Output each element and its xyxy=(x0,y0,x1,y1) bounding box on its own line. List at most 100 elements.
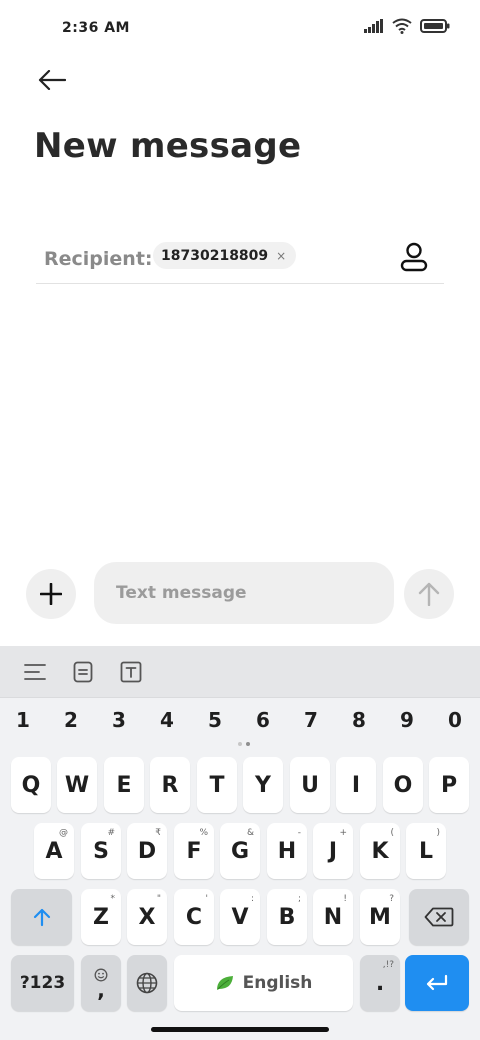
key-l[interactable]: ) L xyxy=(406,823,446,879)
period-key[interactable]: ,!? . xyxy=(360,955,400,1011)
key-label: H xyxy=(277,838,297,864)
key-u[interactable]: U xyxy=(290,757,330,813)
key-z[interactable]: * Z xyxy=(81,889,121,945)
text-box-icon xyxy=(120,661,142,683)
back-button[interactable] xyxy=(32,62,72,98)
globe-icon xyxy=(136,972,158,994)
text-message-input[interactable] xyxy=(94,562,394,624)
key-h[interactable]: -H xyxy=(267,823,307,879)
key-x[interactable]: " X xyxy=(127,889,167,945)
key-q[interactable]: Q xyxy=(11,757,51,813)
keyboard-menu-button[interactable] xyxy=(21,658,49,686)
key-g[interactable]: & G xyxy=(220,823,260,879)
page-indicator xyxy=(238,742,250,746)
key-3[interactable]: 3 xyxy=(99,708,139,732)
space-key[interactable]: English xyxy=(174,955,353,1011)
key-label: C xyxy=(185,904,203,930)
space-label: English xyxy=(242,973,313,993)
key-hint: % xyxy=(199,828,208,838)
key-label: G xyxy=(230,838,250,864)
key-hint: " xyxy=(156,894,161,904)
page-title: New message xyxy=(34,126,302,166)
key-d[interactable]: ₹ D xyxy=(127,823,167,879)
key-s[interactable]: # S xyxy=(81,823,121,879)
key-5[interactable]: 5 xyxy=(195,708,235,732)
key-label: L xyxy=(418,838,434,864)
language-key[interactable] xyxy=(127,955,167,1011)
key-label: V xyxy=(231,904,249,930)
contact-picker-button[interactable] xyxy=(398,240,430,274)
key-p[interactable]: P xyxy=(429,757,469,813)
backspace-icon xyxy=(424,907,454,927)
text-format-button[interactable] xyxy=(117,658,145,686)
key-o[interactable]: O xyxy=(383,757,423,813)
key-hint: - xyxy=(297,828,301,838)
key-9[interactable]: 9 xyxy=(387,708,427,732)
key-label: N xyxy=(323,904,343,930)
plus-icon xyxy=(40,583,62,605)
key-1[interactable]: 1 xyxy=(3,708,43,732)
key-label: K xyxy=(371,838,389,864)
key-i[interactable]: I xyxy=(336,757,376,813)
key-f[interactable]: % F xyxy=(174,823,214,879)
key-hint: ! xyxy=(343,894,347,904)
key-label: F xyxy=(186,838,202,864)
symbols-key[interactable]: ?123 xyxy=(11,955,74,1011)
key-label: A xyxy=(45,838,63,864)
key-m[interactable]: ? M xyxy=(360,889,400,945)
key-v[interactable]: :V xyxy=(220,889,260,945)
key-hint: ' xyxy=(205,894,208,904)
key-0[interactable]: 0 xyxy=(435,708,475,732)
key-hint: # xyxy=(107,828,115,838)
key-hint: * xyxy=(110,894,116,904)
attach-button[interactable] xyxy=(26,569,76,619)
key-y[interactable]: Y xyxy=(243,757,283,813)
key-k[interactable]: (K xyxy=(360,823,400,879)
recipient-chip-number: 18730218809 xyxy=(161,247,269,264)
key-label: X xyxy=(138,904,156,930)
emoji-comma-key[interactable]: , xyxy=(81,955,121,1011)
key-hint: @ xyxy=(59,828,68,838)
key-label: M xyxy=(369,904,391,930)
shift-arrow-icon xyxy=(33,908,50,927)
chip-close-icon[interactable]: × xyxy=(276,249,286,263)
key-label: E xyxy=(116,772,132,798)
key-b[interactable]: ; B xyxy=(267,889,307,945)
key-r[interactable]: R xyxy=(150,757,190,813)
key-j[interactable]: + J xyxy=(313,823,353,879)
recipient-row[interactable]: Recipient: 18730218809 × xyxy=(36,236,444,284)
keyboard: 1 2 3 4 5 6 7 8 9 0 Q W E R T Y U I O P … xyxy=(0,646,480,1040)
key-w[interactable]: W xyxy=(57,757,97,813)
backspace-key[interactable] xyxy=(409,889,469,945)
key-6[interactable]: 6 xyxy=(243,708,283,732)
key-n[interactable]: ! N xyxy=(313,889,353,945)
key-c[interactable]: ' C xyxy=(174,889,214,945)
home-indicator[interactable] xyxy=(151,1027,329,1032)
clipboard-icon xyxy=(73,661,93,683)
signal-icon xyxy=(364,19,383,33)
person-icon xyxy=(400,242,428,272)
key-4[interactable]: 4 xyxy=(147,708,187,732)
key-label: Y xyxy=(255,772,271,798)
key-a[interactable]: @ A xyxy=(34,823,74,879)
key-8[interactable]: 8 xyxy=(339,708,379,732)
key-label: J xyxy=(328,838,338,864)
wifi-icon xyxy=(392,18,412,34)
send-button[interactable] xyxy=(404,569,454,619)
enter-key[interactable] xyxy=(405,955,469,1011)
key-hint: ( xyxy=(390,828,394,838)
key-label: B xyxy=(278,904,296,930)
key-2[interactable]: 2 xyxy=(51,708,91,732)
key-e[interactable]: E xyxy=(104,757,144,813)
recipient-chip[interactable]: 18730218809 × xyxy=(153,242,297,269)
status-bar: 2:36 AM xyxy=(0,0,480,56)
symbols-label: ?123 xyxy=(19,973,66,993)
clipboard-button[interactable] xyxy=(69,658,97,686)
arrow-up-icon xyxy=(418,582,440,606)
key-label: O xyxy=(393,772,413,798)
key-7[interactable]: 7 xyxy=(291,708,331,732)
shift-key[interactable] xyxy=(11,889,72,945)
key-label: U xyxy=(301,772,319,798)
key-t[interactable]: T xyxy=(197,757,237,813)
key-hint: ) xyxy=(436,828,440,838)
